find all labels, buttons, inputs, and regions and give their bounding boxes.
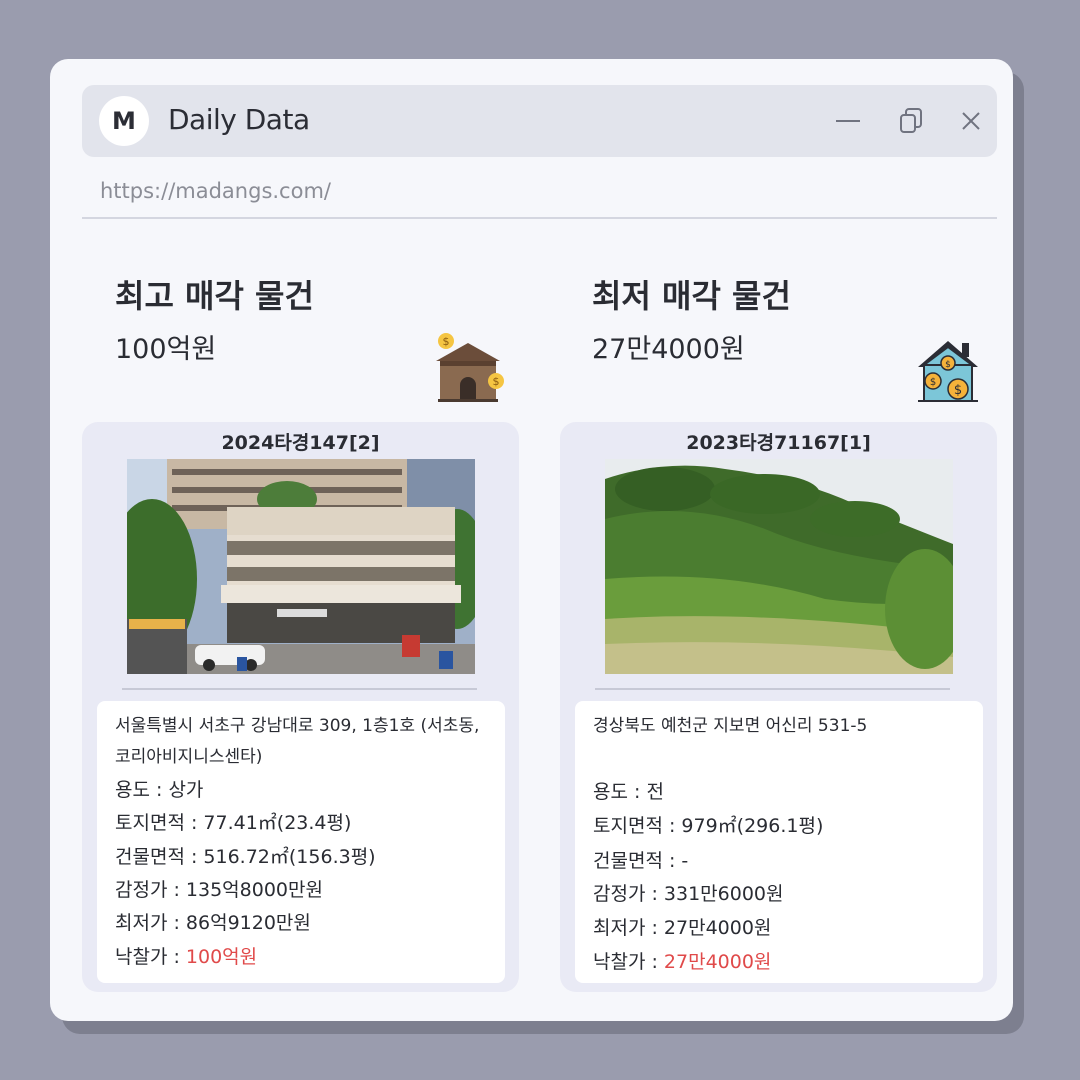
property-address: 경상북도 예천군 지보면 어신리 531-5 [593,716,868,736]
svg-text:$: $ [493,375,500,388]
building-money-icon: $ $ [436,333,504,402]
svg-text:$: $ [443,335,450,348]
header-divider [82,217,997,219]
property-info: 경상북도 예천군 지보면 어신리 531-5 용도 : 전 토지면적 : 979… [575,701,983,983]
building-area-row: 건물면적 : 516.72㎡(156.3평) [115,842,376,869]
row-value: 135억8000만원 [185,879,323,901]
land-area-row: 토지면적 : 979㎡(296.1평) [593,811,823,838]
winning-bid-row: 낙찰가 : 100억원 [115,942,257,969]
row-label: 최저가 : [115,912,186,934]
row-value: 516.72㎡(156.3평) [203,846,376,868]
minimize-icon[interactable] [832,105,864,137]
minimum-price-row: 최저가 : 27만4000원 [593,913,771,940]
card-divider [122,688,477,690]
browser-window: M Daily Data https://madangs.com/ 최고 매각 … [50,59,1013,1021]
row-label: 최저가 : [593,917,664,939]
row-value: 전 [646,781,664,803]
minimum-price-row: 최저가 : 86억9120만원 [115,908,311,935]
app-title: Daily Data [168,103,310,136]
row-label: 감정가 : [115,879,186,901]
row-label: 건물면적 : [593,850,682,872]
lowest-sale-heading: 최저 매각 물건 [592,277,791,315]
highest-sale-heading: 최고 매각 물건 [115,277,314,315]
row-value: 77.41㎡(23.4평) [203,812,352,834]
svg-text:$: $ [945,360,951,370]
case-number[interactable]: 2024타경147[2] [82,428,519,455]
svg-text:$: $ [954,383,962,398]
house-money-icon: $ $ $ [918,341,978,402]
lowest-sale-card[interactable]: 2023타경71167[1] 경상북도 예천군 지보면 어신리 531-5 용도… [560,422,997,992]
row-label: 낙찰가 : [593,951,664,973]
row-label: 토지면적 : [593,815,682,837]
commercial-building-photo [127,459,475,674]
highest-sale-price: 100억원 [115,334,217,365]
row-value: 331만6000원 [663,883,784,905]
property-info: 서울특별시 서초구 강남대로 309, 1층1호 (서초동,코리아비지니스센타)… [97,701,505,983]
property-address: 서울특별시 서초구 강남대로 309, 1층1호 (서초동,코리아비지니스센타) [115,716,480,767]
appraisal-row: 감정가 : 135억8000만원 [115,875,323,902]
title-bar: M Daily Data [82,85,997,157]
appraisal-row: 감정가 : 331만6000원 [593,879,784,906]
farmland-hill-photo [605,459,953,674]
winning-bid-row: 낙찰가 : 27만4000원 [593,947,771,974]
land-area-row: 토지면적 : 77.41㎡(23.4평) [115,808,351,835]
close-icon[interactable] [955,105,987,137]
svg-text:$: $ [930,377,936,388]
case-number[interactable]: 2023타경71167[1] [560,428,997,455]
row-value: - [681,850,689,872]
winning-bid-value: 27만4000원 [663,951,772,973]
avatar[interactable]: M [99,96,149,146]
card-divider [595,688,950,690]
usage-row: 용도 : 상가 [115,775,203,802]
row-label: 건물면적 : [115,846,204,868]
row-label: 용도 : [593,781,647,803]
row-value: 979㎡(296.1평) [681,815,824,837]
building-area-row: 건물면적 : - [593,846,688,873]
row-label: 토지면적 : [115,812,204,834]
winning-bid-value: 100억원 [185,946,258,968]
highest-sale-card[interactable]: 2024타경147[2] 서울특별시 서초구 강남대로 309, 1층1호 (서… [82,422,519,992]
row-label: 낙찰가 : [115,946,186,968]
usage-row: 용도 : 전 [593,777,664,804]
lowest-sale-price: 27만4000원 [592,334,745,365]
row-label: 감정가 : [593,883,664,905]
restore-icon[interactable] [895,105,927,137]
row-value: 27만4000원 [663,917,772,939]
row-label: 용도 : [115,779,169,801]
row-value: 상가 [168,779,204,801]
row-value: 86억9120만원 [185,912,311,934]
url-text[interactable]: https://madangs.com/ [100,179,331,203]
